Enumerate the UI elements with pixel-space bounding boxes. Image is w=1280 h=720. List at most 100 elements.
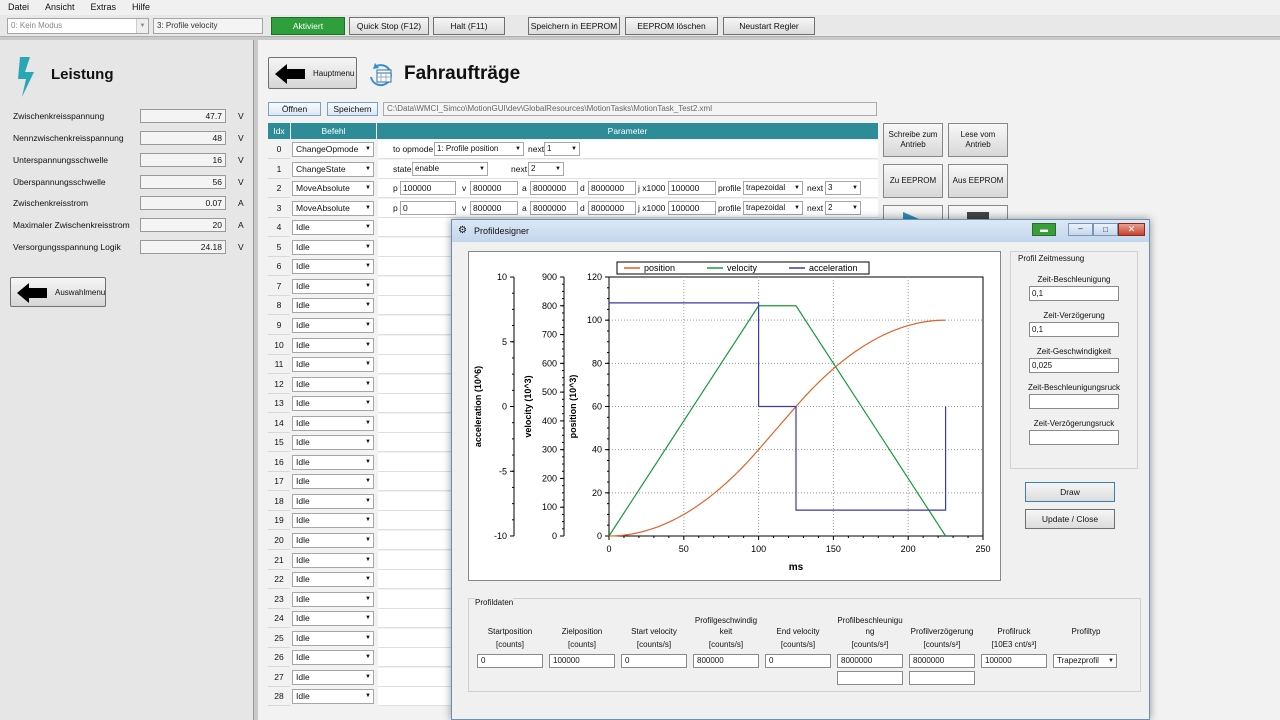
profiltyp-select[interactable]: Trapezprofil ▼ (1053, 654, 1117, 668)
y-tick-label: 60 (592, 402, 602, 412)
profil-value-field[interactable]: 0 (621, 654, 687, 668)
open-button[interactable]: Öffnen (268, 102, 321, 116)
next-combo-value: 2 (828, 202, 833, 212)
command-combo[interactable]: Idle ▼ (292, 493, 374, 509)
menu-datei[interactable]: Datei (0, 0, 37, 15)
command-combo[interactable]: Idle ▼ (292, 552, 374, 568)
chevron-down-icon: ▼ (365, 537, 371, 543)
command-combo[interactable]: Idle ▼ (292, 591, 374, 607)
draw-button[interactable]: Draw (1025, 482, 1115, 502)
command-combo[interactable]: Idle ▼ (292, 611, 374, 627)
read-drive-button[interactable]: Lese vom Antrieb (948, 123, 1008, 157)
profil-value-field[interactable]: 100000 (981, 654, 1047, 668)
legend-label: velocity (727, 263, 758, 273)
command-combo[interactable]: MoveAbsolute ▼ (292, 200, 374, 216)
zeit-beschleunigungsruck-field[interactable] (1029, 394, 1119, 409)
next-combo[interactable]: 1 ▼ (544, 142, 580, 156)
command-combo[interactable]: Idle ▼ (292, 278, 374, 294)
command-value: Idle (296, 574, 310, 585)
opmode-combo[interactable]: 3: Profile velocity (153, 18, 263, 34)
command-combo[interactable]: Idle ▼ (292, 533, 374, 548)
command-combo[interactable]: Idle ▼ (292, 337, 374, 353)
extra-decel-field[interactable] (909, 671, 975, 685)
zeit-verzoegerung-field[interactable]: 0,1 (1029, 322, 1119, 337)
command-combo[interactable]: Idle ▼ (292, 454, 374, 470)
v-field[interactable]: 800000 (470, 181, 518, 196)
command-combo[interactable]: ChangeState ▼ (292, 161, 374, 177)
from-eeprom-button[interactable]: Aus EEPROM (948, 164, 1008, 198)
next-combo[interactable]: 2 ▼ (528, 161, 564, 176)
command-combo[interactable]: Idle ▼ (292, 474, 374, 490)
zeit-beschleunigung-field[interactable]: 0,1 (1029, 286, 1119, 301)
profile-combo[interactable]: trapezoidal ▼ (743, 200, 803, 215)
activated-button[interactable]: Aktiviert (271, 17, 345, 35)
d-field[interactable]: 8000000 (588, 181, 636, 196)
command-combo[interactable]: Idle ▼ (292, 239, 374, 255)
maximize-button[interactable]: □ (1093, 223, 1118, 236)
command-combo[interactable]: Idle ▼ (292, 435, 374, 451)
write-drive-button[interactable]: Schreibe zum Antrieb (883, 123, 943, 157)
quick-stop-button[interactable]: Quick Stop (F12) (349, 17, 429, 35)
p-field[interactable]: 0 (400, 200, 456, 215)
param-combo[interactable]: enable ▼ (412, 161, 488, 176)
zeit-geschwindigkeit-field[interactable]: 0,025 (1029, 358, 1119, 373)
zeit-verzoegerungsruck-field[interactable] (1029, 430, 1119, 445)
minimize-button[interactable]: – (1068, 223, 1093, 236)
y-tick-label: 0 (597, 531, 602, 541)
command-combo[interactable]: ChangeOpmode ▼ (292, 142, 374, 157)
command-combo[interactable]: Idle ▼ (292, 689, 374, 705)
extra-accel-field[interactable] (837, 671, 903, 685)
profil-value-field[interactable]: 100000 (549, 654, 615, 668)
profil-value-field[interactable]: 8000000 (837, 654, 903, 668)
command-combo[interactable]: Idle ▼ (292, 376, 374, 392)
command-combo[interactable]: Idle ▼ (292, 220, 374, 236)
param-combo[interactable]: 1: Profile position ▼ (434, 142, 524, 156)
dialog-tray-icon[interactable]: ▬ (1032, 223, 1056, 236)
close-button[interactable]: ✕ (1118, 223, 1145, 236)
menu-ansicht[interactable]: Ansicht (37, 0, 83, 15)
profile-combo[interactable]: trapezoidal ▼ (743, 181, 803, 196)
chevron-down-icon: ▼ (365, 419, 371, 426)
command-combo[interactable]: Idle ▼ (292, 317, 374, 333)
menu-extras[interactable]: Extras (83, 0, 125, 15)
j-field[interactable]: 100000 (668, 181, 716, 196)
command-combo[interactable]: Idle ▼ (292, 513, 374, 529)
delete-eeprom-button[interactable]: EEPROM löschen (625, 17, 718, 35)
p-field[interactable]: 100000 (400, 181, 456, 196)
save-button[interactable]: Speichern (327, 102, 378, 116)
hauptmenu-button[interactable]: Hauptmenu (268, 57, 357, 89)
command-combo[interactable]: Idle ▼ (292, 298, 374, 314)
command-combo[interactable]: Idle ▼ (292, 630, 374, 646)
restart-button[interactable]: Neustart Regler (723, 17, 815, 35)
command-combo[interactable]: Idle ▼ (292, 357, 374, 373)
mode-combo[interactable]: 0: Kein Modus ▼ (7, 18, 149, 34)
next-combo[interactable]: 3 ▼ (825, 181, 861, 196)
profil-value-field[interactable]: 0 (765, 654, 831, 668)
to-eeprom-button[interactable]: Zu EEPROM (883, 164, 943, 198)
update-close-button[interactable]: Update / Close (1025, 509, 1115, 529)
halt-button[interactable]: Halt (F11) (433, 17, 505, 35)
command-combo[interactable]: MoveAbsolute ▼ (292, 181, 374, 197)
v-field[interactable]: 800000 (470, 200, 518, 215)
next-combo[interactable]: 2 ▼ (825, 200, 861, 215)
command-value: Idle (296, 437, 310, 448)
profil-value-field[interactable]: 800000 (693, 654, 759, 668)
command-combo[interactable]: Idle ▼ (292, 669, 374, 685)
profil-value-field[interactable]: 8000000 (909, 654, 975, 668)
file-path-field[interactable]: C:\Data\WMCI_Simco\MotionGUI\dev\GlobalR… (383, 102, 877, 116)
command-combo[interactable]: Idle ▼ (292, 396, 374, 412)
j-field[interactable]: 100000 (668, 200, 716, 215)
command-combo[interactable]: Idle ▼ (292, 650, 374, 666)
menu-hilfe[interactable]: Hilfe (124, 0, 158, 15)
d-field[interactable]: 8000000 (588, 200, 636, 215)
profil-value-field[interactable]: 0 (477, 654, 543, 668)
column-unit: [counts/s] (780, 640, 816, 649)
a-field[interactable]: 8000000 (530, 181, 578, 196)
save-eeprom-button[interactable]: Speichern in EEPROM (528, 17, 620, 35)
auswahlmenu-button[interactable]: Auswahlmenu (10, 277, 106, 307)
command-combo[interactable]: Idle ▼ (292, 415, 374, 431)
command-combo[interactable]: Idle ▼ (292, 572, 374, 588)
row-index: 13 (268, 394, 290, 414)
command-combo[interactable]: Idle ▼ (292, 259, 374, 275)
a-field[interactable]: 8000000 (530, 200, 578, 215)
